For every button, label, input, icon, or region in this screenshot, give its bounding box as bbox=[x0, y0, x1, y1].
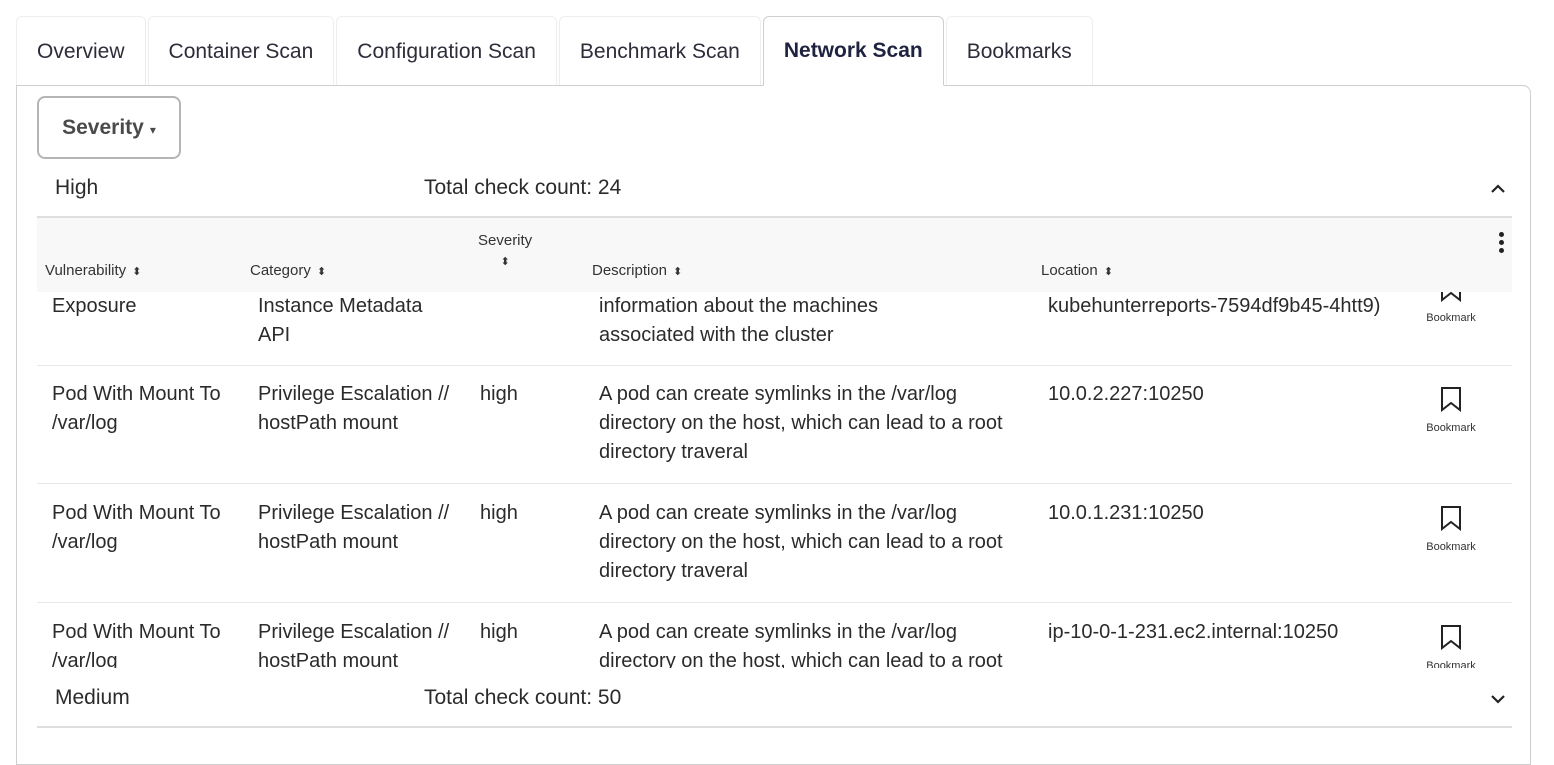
tab-configuration-scan[interactable]: Configuration Scan bbox=[336, 16, 557, 86]
table-row: Pod With Mount To /var/log Privilege Esc… bbox=[37, 485, 1512, 603]
bookmark-icon bbox=[1441, 387, 1461, 412]
cell-description: A pod can create symlinks in the /var/lo… bbox=[599, 383, 1003, 463]
cell-location: 10.0.1.231:10250 bbox=[1048, 502, 1204, 524]
table-row: Pod With Mount To /var/log Privilege Esc… bbox=[37, 604, 1512, 670]
cell-category: Privilege Escalation // hostPath mount bbox=[258, 502, 450, 553]
cell-severity: high bbox=[480, 621, 518, 643]
cell-description: information about the machines associate… bbox=[599, 295, 879, 346]
column-header-severity[interactable]: Severity ⬍ bbox=[478, 232, 532, 268]
cell-severity: high bbox=[480, 383, 518, 405]
bookmark-label: Bookmark bbox=[1426, 312, 1476, 324]
table-header: Vulnerability ⬍ Category ⬍ Severity ⬍ Desc… bbox=[37, 218, 1512, 292]
sort-icon: ⬍ bbox=[1103, 266, 1113, 278]
sort-icon: ⬍ bbox=[316, 266, 327, 278]
group-count: Total check count: 50 bbox=[424, 686, 622, 709]
cell-category: Privilege Escalation // hostPath mount bbox=[258, 621, 450, 670]
cell-vulnerability: Pod With Mount To /var/log bbox=[52, 502, 221, 553]
group-name: High bbox=[55, 176, 99, 199]
bookmark-label: Bookmark bbox=[1426, 422, 1476, 434]
tab-benchmark-scan[interactable]: Benchmark Scan bbox=[558, 16, 761, 86]
table-body[interactable]: Exposure Instance Metadata API informati… bbox=[37, 292, 1512, 670]
tab-container-scan[interactable]: Container Scan bbox=[147, 16, 335, 86]
tab-overview[interactable]: Overview bbox=[16, 16, 146, 86]
bookmark-icon bbox=[1441, 625, 1461, 650]
cell-vulnerability: Pod With Mount To /var/log bbox=[52, 621, 221, 670]
bookmark-button[interactable]: Bookmark bbox=[1425, 292, 1477, 333]
sort-icon: ⬍ bbox=[500, 256, 510, 268]
bookmark-button[interactable]: Bookmark bbox=[1425, 505, 1477, 562]
severity-filter-button[interactable]: Severity ▾ bbox=[37, 96, 181, 159]
sort-icon: ⬍ bbox=[132, 266, 142, 278]
bookmark-label: Bookmark bbox=[1426, 541, 1476, 553]
column-label: Description bbox=[592, 262, 668, 279]
severity-filter-label: Severity bbox=[62, 115, 144, 139]
cell-vulnerability: Pod With Mount To /var/log bbox=[52, 383, 221, 434]
bookmark-icon bbox=[1441, 506, 1461, 531]
column-label: Category bbox=[250, 262, 311, 279]
chevron-down-icon[interactable] bbox=[1490, 668, 1506, 728]
group-header-medium[interactable]: Medium Total check count: 50 bbox=[37, 668, 1512, 728]
tab-bar: Overview Container Scan Configuration Sc… bbox=[16, 16, 1095, 86]
cell-location: ip-10-0-1-231.ec2.internal:10250 bbox=[1048, 621, 1339, 643]
network-scan-panel: Severity ▾ High Total check count: 24 Vu… bbox=[16, 85, 1531, 765]
table-row: Pod With Mount To /var/log Privilege Esc… bbox=[37, 366, 1512, 484]
cell-category: Privilege Escalation // hostPath mount bbox=[258, 383, 450, 434]
cell-vulnerability: Exposure bbox=[52, 295, 137, 317]
column-header-location[interactable]: Location ⬍ bbox=[1041, 262, 1113, 279]
sort-icon: ⬍ bbox=[673, 266, 683, 278]
cell-description: A pod can create symlinks in the /var/lo… bbox=[599, 621, 1003, 670]
group-name: Medium bbox=[55, 686, 130, 709]
column-header-vulnerability[interactable]: Vulnerability ⬍ bbox=[45, 262, 141, 279]
chevron-up-icon[interactable] bbox=[1490, 158, 1506, 218]
cell-location: kubehunterreports-7594df9b45-4htt9) bbox=[1048, 295, 1381, 317]
bookmark-button[interactable]: Bookmark bbox=[1425, 624, 1477, 670]
cell-description: A pod can create symlinks in the /var/lo… bbox=[599, 502, 1003, 582]
column-label: Vulnerability bbox=[45, 262, 127, 279]
cell-category: Instance Metadata API bbox=[258, 295, 423, 346]
table-row: Exposure Instance Metadata API informati… bbox=[37, 292, 1512, 366]
column-label: Location bbox=[1041, 262, 1098, 279]
bookmark-button[interactable]: Bookmark bbox=[1425, 386, 1477, 443]
column-header-category[interactable]: Category ⬍ bbox=[250, 262, 326, 279]
group-header-high[interactable]: High Total check count: 24 bbox=[37, 158, 1512, 218]
column-header-description[interactable]: Description ⬍ bbox=[592, 262, 682, 279]
tab-network-scan[interactable]: Network Scan bbox=[762, 16, 944, 86]
caret-down-icon: ▾ bbox=[149, 122, 156, 137]
more-options-icon[interactable] bbox=[1496, 232, 1506, 256]
tab-bookmarks[interactable]: Bookmarks bbox=[945, 16, 1093, 86]
column-label: Severity bbox=[478, 232, 533, 249]
group-count: Total check count: 24 bbox=[424, 176, 622, 199]
bookmark-icon bbox=[1441, 292, 1461, 302]
cell-location: 10.0.2.227:10250 bbox=[1048, 383, 1204, 405]
cell-severity: high bbox=[480, 502, 518, 524]
